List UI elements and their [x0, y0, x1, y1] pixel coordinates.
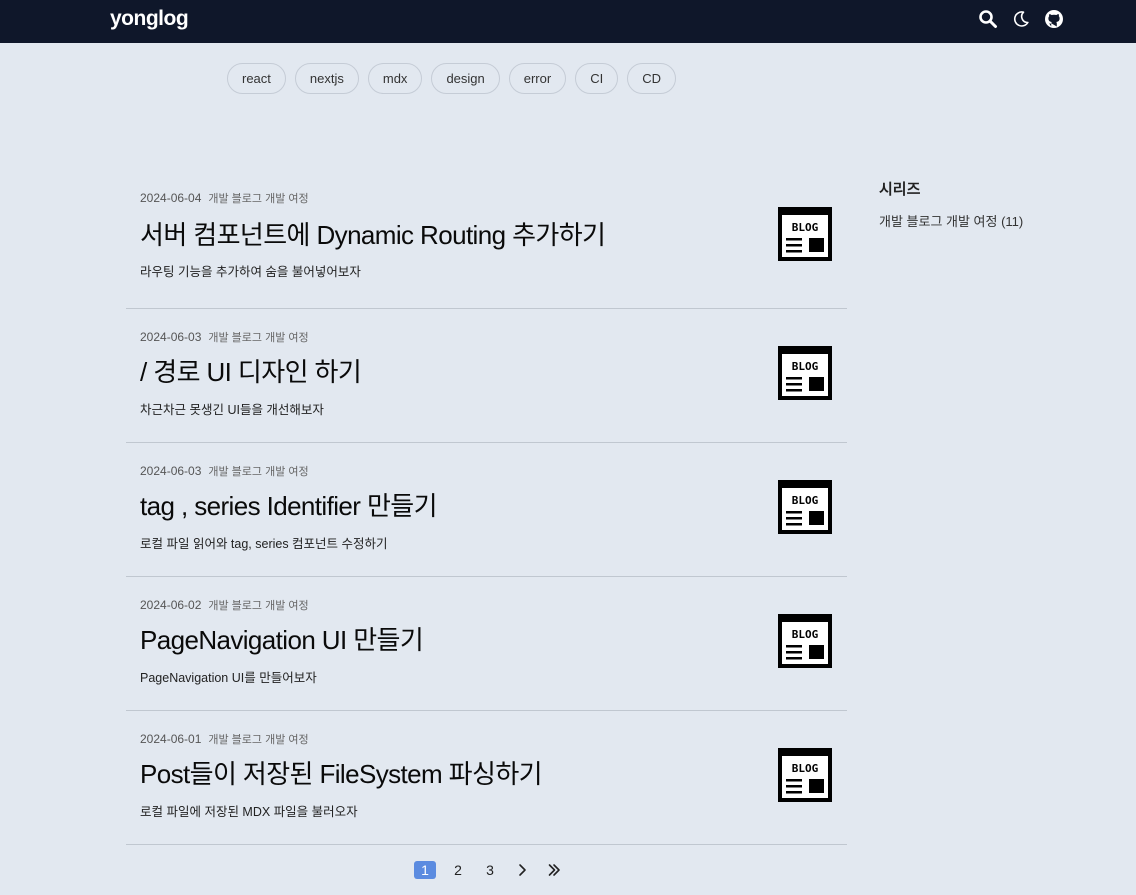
thumbnail-label: BLOG: [792, 221, 819, 234]
post-title[interactable]: Post들이 저장된 FileSystem 파싱하기: [140, 754, 543, 791]
post-date: 2024-06-01: [140, 732, 202, 746]
post-title[interactable]: PageNavigation UI 만들기: [140, 620, 424, 657]
post-title[interactable]: tag , series Identifier 만들기: [140, 486, 438, 523]
post-item[interactable]: 2024-06-02 개발 블로그 개발 여정 PageNavigation U…: [126, 577, 847, 711]
post-date: 2024-06-04: [140, 191, 202, 205]
search-icon[interactable]: [978, 9, 998, 29]
post-series[interactable]: 개발 블로그 개발 여정: [208, 329, 308, 345]
post-series[interactable]: 개발 블로그 개발 여정: [208, 597, 308, 613]
blog-thumbnail-icon[interactable]: BLOG: [778, 614, 832, 668]
tag-mdx[interactable]: mdx: [367, 63, 423, 94]
post-series[interactable]: 개발 블로그 개발 여정: [208, 190, 308, 206]
post-description: 로컬 파일에 저장된 MDX 파일을 불러오자: [140, 805, 358, 819]
post-description: 라우팅 기능을 추가하여 숨을 불어넣어보자: [140, 265, 361, 279]
post-meta: 2024-06-03 개발 블로그 개발 여정: [140, 329, 309, 345]
github-icon[interactable]: [1044, 9, 1064, 29]
page-button-3[interactable]: 3: [480, 861, 500, 879]
blog-thumbnail-icon[interactable]: BLOG: [778, 748, 832, 802]
post-description: PageNavigation UI를 만들어보자: [140, 671, 317, 685]
series-item[interactable]: 개발 블로그 개발 여정 (11): [879, 211, 1023, 230]
post-item[interactable]: 2024-06-01 개발 블로그 개발 여정 Post들이 저장된 FileS…: [126, 711, 847, 845]
pagination: 1 2 3: [414, 861, 564, 879]
post-list: 2024-06-04 개발 블로그 개발 여정 서버 컴포넌트에 Dynamic…: [126, 170, 847, 845]
header-actions: [978, 9, 1064, 29]
site-logo[interactable]: yonglog: [110, 7, 189, 31]
post-title[interactable]: 서버 컴포넌트에 Dynamic Routing 추가하기: [140, 215, 606, 252]
double-chevron-right-icon[interactable]: [544, 861, 564, 879]
post-date: 2024-06-02: [140, 598, 202, 612]
post-item[interactable]: 2024-06-03 개발 블로그 개발 여정 tag , series Ide…: [126, 443, 847, 577]
chevron-right-icon[interactable]: [512, 861, 532, 879]
blog-thumbnail-icon[interactable]: BLOG: [778, 480, 832, 534]
tag-nextjs[interactable]: nextjs: [294, 63, 359, 94]
tag-react[interactable]: react: [227, 63, 286, 94]
post-date: 2024-06-03: [140, 464, 202, 478]
thumbnail-label: BLOG: [792, 762, 819, 775]
moon-icon[interactable]: [1011, 9, 1031, 29]
post-description: 차근차근 못생긴 UI들을 개선해보자: [140, 403, 324, 417]
blog-thumbnail-icon[interactable]: BLOG: [778, 346, 832, 400]
post-series[interactable]: 개발 블로그 개발 여정: [208, 463, 308, 479]
tag-design[interactable]: design: [431, 63, 500, 94]
post-date: 2024-06-03: [140, 330, 202, 344]
post-title[interactable]: / 경로 UI 디자인 하기: [140, 352, 362, 389]
page-button-1[interactable]: 1: [414, 861, 436, 879]
thumbnail-label: BLOG: [792, 360, 819, 373]
post-item[interactable]: 2024-06-03 개발 블로그 개발 여정 / 경로 UI 디자인 하기 차…: [126, 309, 847, 443]
tag-filter-list: react nextjs mdx design error CI CD: [227, 63, 676, 94]
post-meta: 2024-06-03 개발 블로그 개발 여정: [140, 463, 309, 479]
series-sidebar: 시리즈 개발 블로그 개발 여정 (11): [879, 178, 1023, 230]
post-meta: 2024-06-02 개발 블로그 개발 여정: [140, 597, 309, 613]
post-series[interactable]: 개발 블로그 개발 여정: [208, 731, 308, 747]
post-meta: 2024-06-01 개발 블로그 개발 여정: [140, 731, 309, 747]
series-heading: 시리즈: [879, 181, 921, 198]
post-meta: 2024-06-04 개발 블로그 개발 여정: [140, 190, 309, 206]
thumbnail-label: BLOG: [792, 494, 819, 507]
page-button-2[interactable]: 2: [448, 861, 468, 879]
top-navbar: yonglog: [0, 0, 1136, 43]
tag-error[interactable]: error: [508, 63, 567, 94]
post-item[interactable]: 2024-06-04 개발 블로그 개발 여정 서버 컴포넌트에 Dynamic…: [126, 170, 847, 309]
thumbnail-label: BLOG: [792, 628, 819, 641]
tag-ci[interactable]: CI: [575, 63, 619, 94]
post-description: 로컬 파일 읽어와 tag, series 컴포넌트 수정하기: [140, 537, 388, 551]
tag-cd[interactable]: CD: [627, 63, 676, 94]
blog-thumbnail-icon[interactable]: BLOG: [778, 207, 832, 261]
